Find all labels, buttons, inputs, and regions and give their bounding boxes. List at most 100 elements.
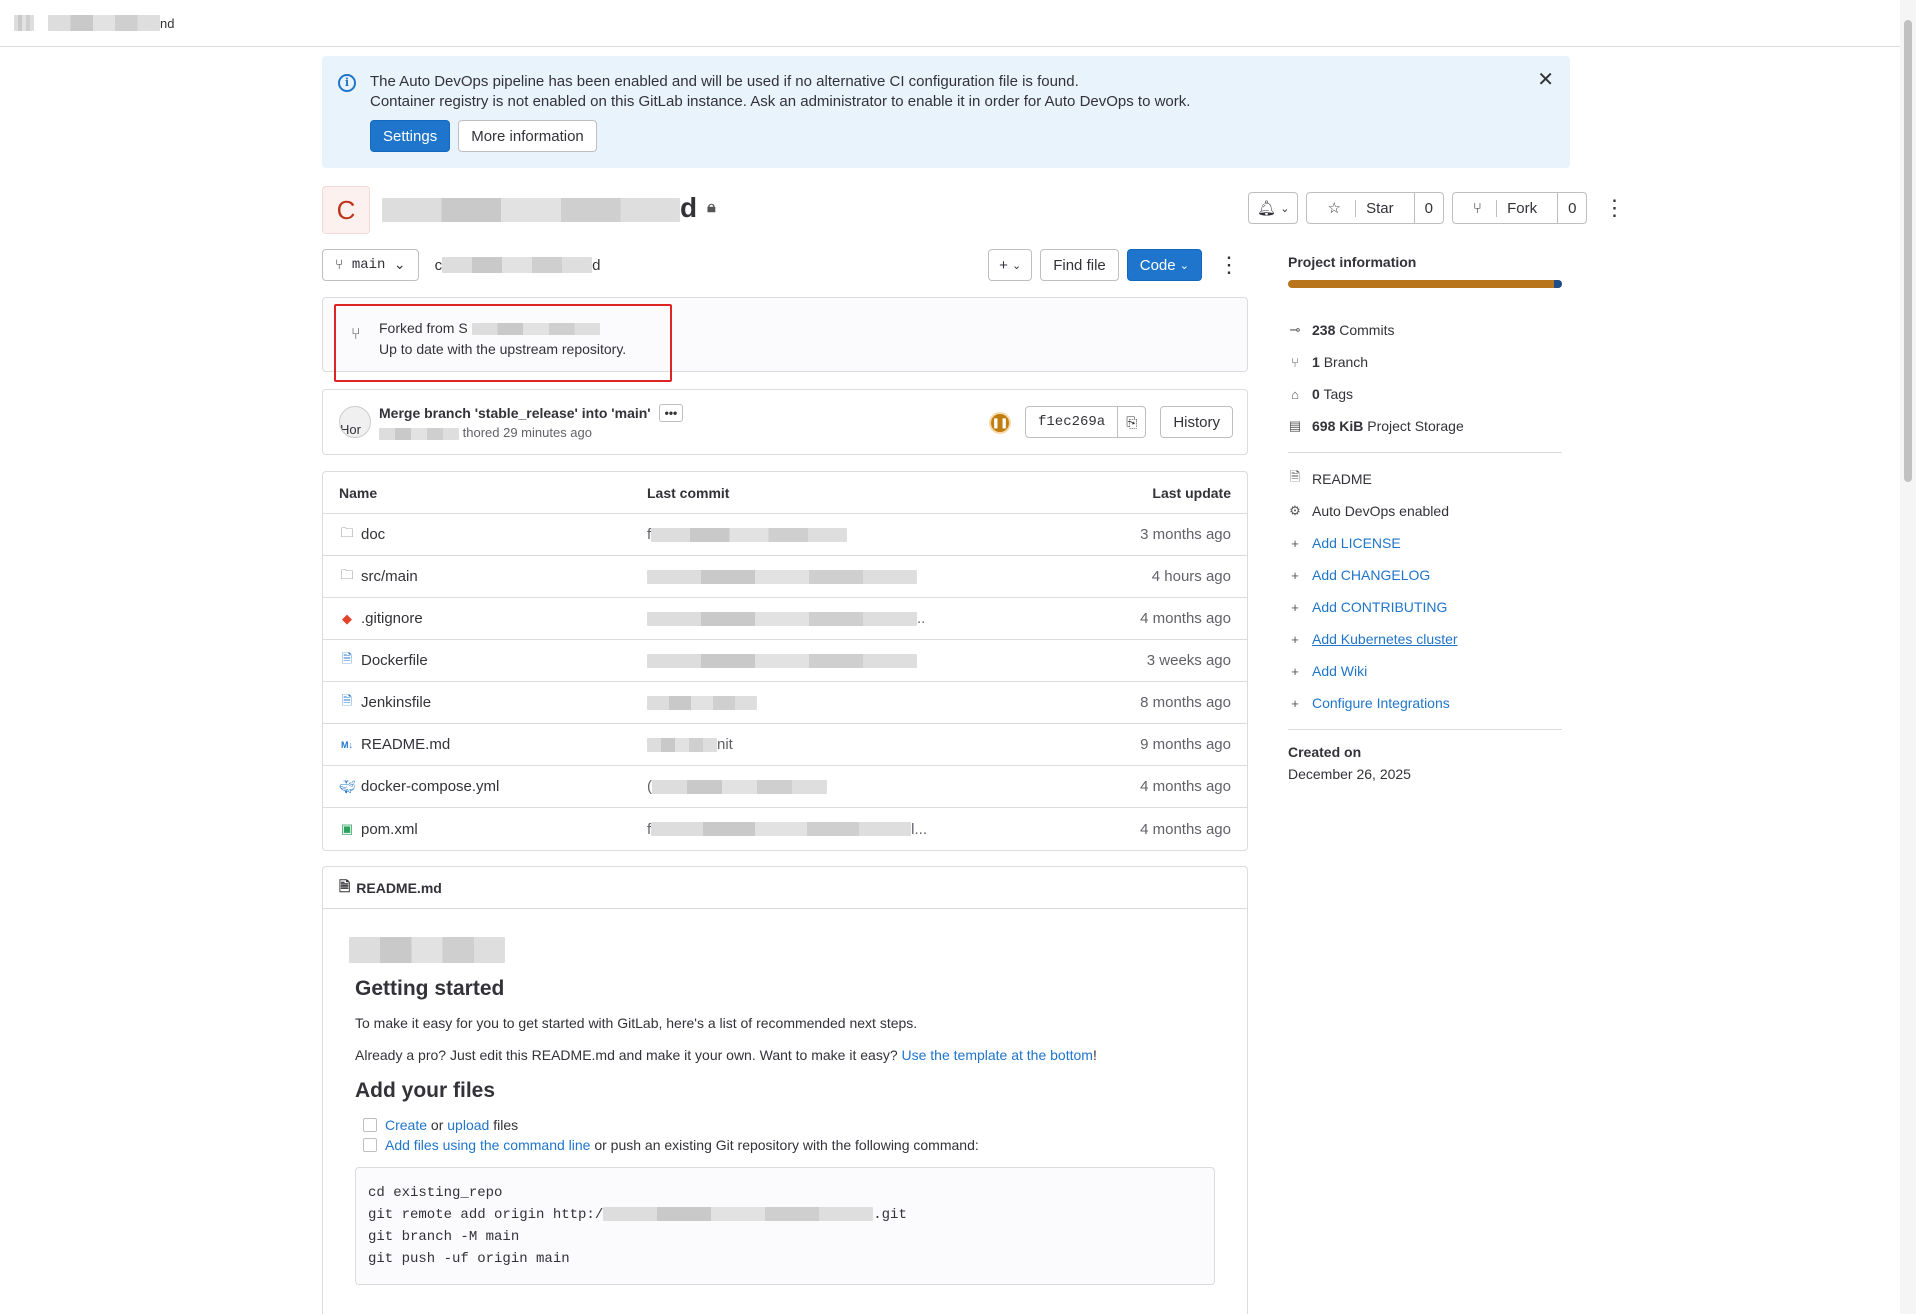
last-commit-cell[interactable] <box>647 695 947 710</box>
file-name-cell[interactable]: M↓ README.md <box>339 736 647 753</box>
star-button[interactable]: ☆ Star <box>1307 193 1413 223</box>
sidebar-item-tags[interactable]: ⌂ 0 Tags <box>1288 378 1562 410</box>
more-actions-icon[interactable]: ⋮ <box>1595 192 1633 224</box>
file-name-link[interactable]: Dockerfile <box>361 652 428 669</box>
file-name-cell[interactable]: 🗀︎ src/main <box>339 566 647 588</box>
table-row[interactable]: 🗎 Jenkinsfile 8 months ago <box>323 682 1247 724</box>
sidebar-item-auto-devops[interactable]: ⚙ Auto DevOps enabled <box>1288 495 1562 527</box>
history-button[interactable]: History <box>1160 406 1233 438</box>
alert-line2: Container registry is not enabled on thi… <box>370 93 1191 110</box>
find-file-button[interactable]: Find file <box>1040 249 1119 281</box>
docker-icon: 🐳︎ <box>339 778 356 794</box>
settings-button[interactable]: Settings <box>370 120 451 152</box>
pipeline-paused-icon[interactable]: ❚❚ <box>989 412 1011 434</box>
upload-link[interactable]: upload <box>447 1117 489 1133</box>
task-checkbox[interactable] <box>363 1138 377 1152</box>
branch-selector[interactable]: ⑂ main ⌄ <box>322 249 419 281</box>
chevron-down-icon: ⌄ <box>393 257 406 274</box>
sidebar-item-add-license[interactable]: + Add LICENSE <box>1288 527 1562 559</box>
task-checkbox[interactable] <box>363 1118 377 1132</box>
scrollbar-thumb[interactable] <box>1904 20 1912 482</box>
repository-languages-bar[interactable] <box>1288 280 1562 288</box>
fork-count[interactable]: 0 <box>1557 193 1586 223</box>
blurred-readme-title <box>349 937 505 963</box>
auto-devops-alert: i ✕ The Auto DevOps pipeline has been en… <box>322 56 1570 168</box>
file-name-link[interactable]: docker-compose.yml <box>361 778 499 795</box>
table-row[interactable]: ▣ pom.xml f l... 4 months ago <box>323 808 1247 850</box>
last-commit-cell[interactable]: .. <box>647 610 947 627</box>
sidebar-item-add-contributing[interactable]: + Add CONTRIBUTING <box>1288 591 1562 623</box>
code-dropdown-button[interactable]: Code ⌄ <box>1126 249 1202 281</box>
file-name-cell[interactable]: 🗎 Jenkinsfile <box>339 692 647 714</box>
last-commit-panel: Hor Merge branch 'stable_release' into '… <box>322 389 1248 455</box>
table-row[interactable]: 🗀︎ doc f 3 months ago <box>323 514 1247 556</box>
last-commit-cell[interactable] <box>647 569 947 584</box>
star-count[interactable]: 0 <box>1413 193 1443 223</box>
last-commit-cell[interactable]: nit <box>647 736 947 753</box>
more-information-button[interactable]: More information <box>458 120 597 152</box>
file-name-link[interactable]: src/main <box>361 568 418 585</box>
sidebar-item-add-changelog[interactable]: + Add CHANGELOG <box>1288 559 1562 591</box>
commit-sha[interactable]: f1ec269a <box>1026 407 1117 437</box>
commit-message-link[interactable]: Merge branch 'stable_release' into 'main… <box>379 405 651 421</box>
fork-button[interactable]: ⑂ Fork <box>1453 193 1557 223</box>
chevron-down-icon: ⌄ <box>1179 259 1189 272</box>
template-link[interactable]: Use the template at the bottom <box>902 1047 1093 1063</box>
p2-text: Already a pro? Just edit this README.md … <box>355 1047 902 1063</box>
fork-group[interactable]: ⑂ Fork 0 <box>1451 192 1588 224</box>
file-name-link[interactable]: pom.xml <box>361 821 418 838</box>
code-line2-suffix: .git <box>873 1207 907 1223</box>
readme-filename[interactable]: README.md <box>356 880 442 896</box>
create-link[interactable]: Create <box>385 1117 427 1133</box>
table-row[interactable]: 🗀︎ src/main 4 hours ago <box>323 556 1247 598</box>
last-commit-cell[interactable]: ( <box>647 778 947 795</box>
table-row[interactable]: 🐳︎ docker-compose.yml (4 months ago <box>323 766 1247 808</box>
file-tree-table: Name Last commit Last update 🗀︎ doc f 3 mon… <box>322 471 1248 851</box>
sidebar-item-commits[interactable]: ⊸ 238 Commits <box>1288 314 1562 346</box>
tag-icon: ⌂ <box>1291 386 1299 402</box>
sidebar-item-storage[interactable]: ▤ 698 KiB Project Storage <box>1288 410 1562 442</box>
table-row[interactable]: ◆ .gitignore.. 4 months ago <box>323 598 1247 640</box>
close-icon[interactable]: ✕ <box>1537 70 1554 90</box>
code-label: Code <box>1139 256 1176 274</box>
file-name-link[interactable]: Jenkinsfile <box>361 694 431 711</box>
sidebar-item-configure-integrations[interactable]: + Configure Integrations <box>1288 687 1562 719</box>
toggle-commit-description-button[interactable]: ••• <box>658 404 684 422</box>
copy-icon[interactable]: ⎘ <box>1117 407 1145 437</box>
table-row[interactable]: M↓ README.md nit 9 months ago <box>323 724 1247 766</box>
notifications-button[interactable]: 🔔︎ ⌄ <box>1248 192 1299 224</box>
blurred-url <box>603 1207 874 1222</box>
file-name-link[interactable]: README.md <box>361 736 450 753</box>
fork-icon: ⑂ <box>1472 199 1482 217</box>
file-name-cell[interactable]: 🗀︎ doc <box>339 524 647 546</box>
commit-suffix: nit <box>717 736 733 753</box>
last-update-cell: 4 months ago <box>1140 778 1231 795</box>
command-line-link[interactable]: Add files using the command line <box>385 1137 590 1153</box>
file-name-cell[interactable]: ◆ .gitignore <box>339 610 647 627</box>
sidebar-item-branch[interactable]: ⑂ 1 Branch <box>1288 346 1562 378</box>
file-name-link[interactable]: .gitignore <box>361 610 423 627</box>
file-name-cell[interactable]: 🗎 Dockerfile <box>339 650 647 672</box>
repo-more-actions-icon[interactable]: ⋮ <box>1210 249 1248 281</box>
file-name-link[interactable]: doc <box>361 526 385 543</box>
sidebar-item-add-kubernetes[interactable]: + Add Kubernetes cluster <box>1288 623 1562 655</box>
breadcrumb-project-link[interactable]: nd <box>160 16 174 31</box>
add-changelog-link: Add CHANGELOG <box>1312 567 1431 583</box>
star-group[interactable]: ☆ Star 0 <box>1306 192 1444 224</box>
storage-size: 698 KiB <box>1312 418 1364 434</box>
file-name-cell[interactable]: 🐳︎ docker-compose.yml <box>339 778 647 795</box>
file-name-cell[interactable]: ▣ pom.xml <box>339 821 647 838</box>
table-row[interactable]: 🗎 Dockerfile 3 weeks ago <box>323 640 1247 682</box>
commit-author-avatar[interactable]: Hor <box>339 406 371 438</box>
info-icon: i <box>338 74 356 92</box>
add-dropdown-button[interactable]: + ⌄ <box>988 249 1033 281</box>
page-scrollbar[interactable] <box>1900 0 1916 1314</box>
last-update-cell: 3 weeks ago <box>1146 652 1231 669</box>
last-commit-cell[interactable]: f <box>647 526 947 543</box>
sidebar-item-add-wiki[interactable]: + Add Wiki <box>1288 655 1562 687</box>
last-commit-cell[interactable]: f l... <box>647 821 947 838</box>
sidebar-item-readme[interactable]: 🗎 README <box>1288 463 1562 495</box>
last-commit-cell[interactable] <box>647 653 947 668</box>
path-breadcrumb[interactable]: c d <box>435 257 601 274</box>
path-suffix: d <box>592 256 601 274</box>
